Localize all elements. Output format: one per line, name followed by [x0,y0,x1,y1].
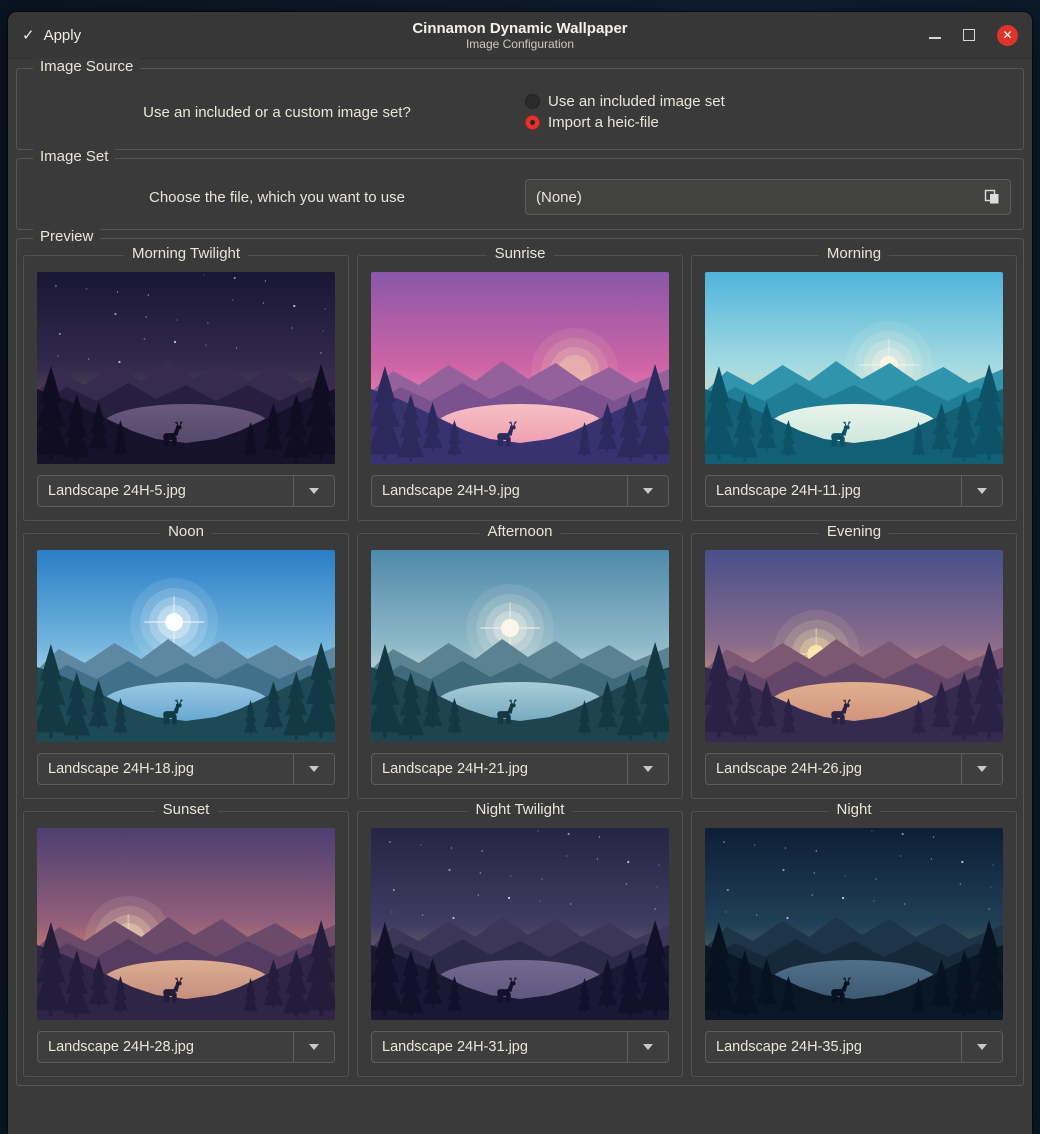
image-set-label: Choose the file, which you want to use [29,189,525,206]
image-set-row: Choose the file, which you want to use (… [17,159,1023,229]
wallpaper-preview-image [371,550,669,742]
image-select-combobox[interactable]: Landscape 24H-9.jpg [371,475,669,507]
image-select-combobox[interactable]: Landscape 24H-18.jpg [37,753,335,785]
apply-button-label: Apply [44,27,82,44]
window-controls: ✕ [929,25,1018,46]
preview-tile-title: Night [828,801,879,818]
image-source-radio-group: Use an included image set Import a heic-f… [525,89,1011,135]
preview-tile-title: Afternoon [479,523,560,540]
dropdown-arrow-icon[interactable] [961,476,1002,506]
window-subtitle: Image Configuration [466,37,574,51]
documents-icon [984,189,1000,205]
image-set-frame: Image Set Choose the file, which you wan… [16,158,1024,230]
radio-label: Import a heic-file [548,114,659,131]
check-icon: ✓ [22,26,35,44]
image-select-combobox[interactable]: Landscape 24H-35.jpg [705,1031,1003,1063]
maximize-icon[interactable] [963,29,975,41]
preview-tile-title: Sunset [155,801,218,818]
image-select-combobox[interactable]: Landscape 24H-31.jpg [371,1031,669,1063]
image-select-value[interactable]: Landscape 24H-5.jpg [38,476,293,506]
wallpaper-preview-image [371,272,669,464]
image-select-combobox[interactable]: Landscape 24H-21.jpg [371,753,669,785]
image-source-legend: Image Source [33,58,140,75]
preview-tile: Night Twilight Landscape 24H-31.jpg [357,811,683,1077]
image-source-frame: Image Source Use an included or a custom… [16,68,1024,150]
image-select-value[interactable]: Landscape 24H-18.jpg [38,754,293,784]
dropdown-arrow-icon[interactable] [627,1032,668,1062]
titlebar: ✓ Apply Cinnamon Dynamic Wallpaper Image… [8,12,1032,59]
image-select-value[interactable]: Landscape 24H-35.jpg [706,1032,961,1062]
preview-tile-title: Evening [819,523,889,540]
preview-frame: Preview Morning Twilight Landscape 24H-5… [16,238,1024,1086]
dropdown-arrow-icon[interactable] [293,476,334,506]
image-select-combobox[interactable]: Landscape 24H-11.jpg [705,475,1003,507]
radio-option-0[interactable]: Use an included image set [525,93,1011,110]
image-select-value[interactable]: Landscape 24H-21.jpg [372,754,627,784]
image-select-value[interactable]: Landscape 24H-9.jpg [372,476,627,506]
radio-icon[interactable] [525,115,540,130]
titlebar-titles: Cinnamon Dynamic Wallpaper Image Configu… [8,12,1032,58]
preview-tile-title: Noon [160,523,212,540]
image-source-question: Use an included or a custom image set? [29,104,525,121]
dropdown-arrow-icon[interactable] [961,754,1002,784]
preview-tile: Afternoon Landscape 24H-21.jpg [357,533,683,799]
radio-option-1[interactable]: Import a heic-file [525,114,1011,131]
preview-tile-title: Night Twilight [468,801,573,818]
image-select-value[interactable]: Landscape 24H-26.jpg [706,754,961,784]
preview-tile: Sunset Landscape 24H-28.jpg [23,811,349,1077]
preview-tile-title: Morning Twilight [124,245,248,262]
preview-tile: Night Landscape 24H-35.jpg [691,811,1017,1077]
preview-tile-title: Morning [819,245,889,262]
dropdown-arrow-icon[interactable] [293,754,334,784]
settings-content: Image Source Use an included or a custom… [8,59,1032,1100]
wallpaper-preview-image [37,828,335,1020]
file-chooser-value: (None) [536,189,582,206]
minimize-icon[interactable] [929,37,941,39]
image-select-combobox[interactable]: Landscape 24H-5.jpg [37,475,335,507]
dropdown-arrow-icon[interactable] [293,1032,334,1062]
image-select-value[interactable]: Landscape 24H-28.jpg [38,1032,293,1062]
preview-tile: Morning Landscape 24H-11.jpg [691,255,1017,521]
image-set-legend: Image Set [33,148,115,165]
radio-icon[interactable] [525,94,540,109]
file-chooser-button[interactable]: (None) [525,179,1011,215]
wallpaper-preview-image [705,272,1003,464]
dropdown-arrow-icon[interactable] [961,1032,1002,1062]
dropdown-arrow-icon[interactable] [627,754,668,784]
preview-tile: Morning Twilight Landscape 24H-5.jpg [23,255,349,521]
preview-tile: Noon Landscape 24H-18.jpg [23,533,349,799]
preview-tile: Evening Landscape 24H-26.jpg [691,533,1017,799]
image-source-row: Use an included or a custom image set? U… [17,69,1023,149]
apply-button[interactable]: ✓ Apply [22,26,81,44]
image-select-value[interactable]: Landscape 24H-11.jpg [706,476,961,506]
image-select-value[interactable]: Landscape 24H-31.jpg [372,1032,627,1062]
wallpaper-preview-image [705,828,1003,1020]
radio-label: Use an included image set [548,93,725,110]
image-select-combobox[interactable]: Landscape 24H-26.jpg [705,753,1003,785]
window-title: Cinnamon Dynamic Wallpaper [412,20,627,37]
app-window: ✓ Apply Cinnamon Dynamic Wallpaper Image… [8,12,1032,1134]
preview-tile-title: Sunrise [487,245,554,262]
wallpaper-preview-image [705,550,1003,742]
wallpaper-preview-image [37,550,335,742]
close-icon[interactable]: ✕ [997,25,1018,46]
image-select-combobox[interactable]: Landscape 24H-28.jpg [37,1031,335,1063]
wallpaper-preview-image [371,828,669,1020]
preview-tile: Sunrise Landscape 24H-9.jpg [357,255,683,521]
wallpaper-preview-image [37,272,335,464]
dropdown-arrow-icon[interactable] [627,476,668,506]
preview-grid: Morning Twilight Landscape 24H-5.jpg Sun… [23,255,1017,1077]
preview-legend: Preview [33,228,100,245]
